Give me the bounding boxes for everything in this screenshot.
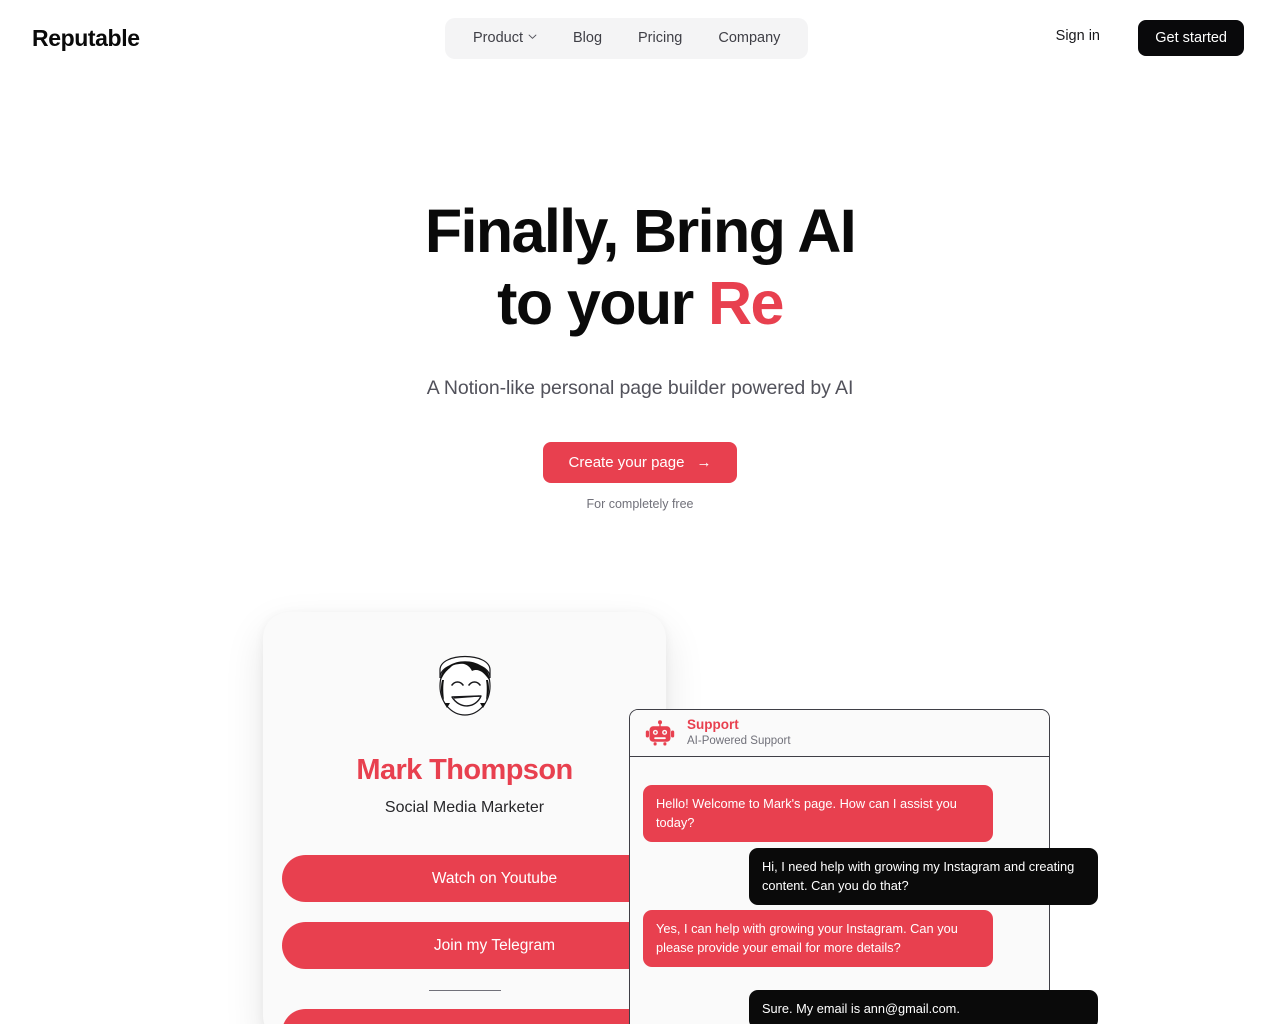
sign-in-link[interactable]: Sign in: [1056, 28, 1100, 44]
profile-name: Mark Thompson: [356, 754, 573, 786]
hero-title-accent: Re: [708, 269, 784, 337]
nav-item-pricing[interactable]: Pricing: [620, 18, 700, 59]
chat-message-bot: Yes, I can help with growing your Instag…: [643, 910, 993, 967]
showcase-preview: Mark Thompson Social Media Marketer Watc…: [0, 0, 1280, 1024]
nav-item-label: Company: [718, 30, 781, 46]
get-started-button[interactable]: Get started: [1138, 20, 1244, 56]
section-divider: [428, 990, 501, 991]
chevron-down-icon: [528, 32, 537, 41]
nav-item-company[interactable]: Company: [700, 18, 798, 59]
link-button-telegram[interactable]: Join my Telegram: [282, 922, 666, 969]
hero-subtitle: A Notion-like personal page builder powe…: [426, 377, 854, 399]
hero-title-line-2: to your Re: [0, 267, 1280, 339]
profile-card: Mark Thompson Social Media Marketer Watc…: [263, 612, 666, 1024]
hero-title: Finally, Bring AI to your Re: [0, 195, 1280, 339]
hero-cta-group: Create your page → For completely free: [0, 442, 1280, 511]
main-nav: Product Blog Pricing Company: [445, 18, 809, 59]
arrow-right-icon: →: [696, 454, 712, 471]
chat-widget-title: Support: [687, 717, 739, 732]
create-your-page-button[interactable]: Create your page →: [542, 442, 738, 483]
chat-message-user: Sure. My email is ann@gmail.com.: [749, 990, 1098, 1024]
landing-page: Reputable Product Blog Pricing Company S…: [0, 0, 1280, 1024]
chat-message-bot: Hello! Welcome to Mark's page. How can I…: [643, 785, 993, 842]
site-header: Reputable Product Blog Pricing Company S…: [0, 0, 1280, 76]
link-button-youtube[interactable]: Watch on Youtube: [282, 855, 666, 902]
robot-icon: [645, 719, 675, 747]
nav-item-label: Product: [473, 30, 523, 46]
cta-note: For completely free: [586, 497, 694, 511]
hero-section: Finally, Bring AI to your Re A Notion-li…: [0, 195, 1280, 511]
brand-logo[interactable]: Reputable: [32, 24, 140, 52]
chat-widget-header: Support AI-Powered Support: [630, 710, 1049, 757]
nav-item-label: Pricing: [638, 30, 683, 46]
hero-title-line-2-static: to your: [497, 269, 709, 337]
chat-message-user: Hi, I need help with growing my Instagra…: [749, 848, 1098, 905]
chat-widget-header-text: Support AI-Powered Support: [687, 717, 791, 749]
nav-item-blog[interactable]: Blog: [555, 18, 620, 59]
nav-item-product[interactable]: Product: [455, 18, 555, 59]
chat-widget-subtitle: AI-Powered Support: [687, 735, 791, 747]
nav-item-label: Blog: [572, 30, 603, 46]
cta-label: Create your page: [568, 454, 685, 471]
smiling-face-avatar-icon: [428, 646, 502, 722]
hero-title-line-1: Finally, Bring AI: [424, 197, 857, 265]
link-button-third[interactable]: [282, 1009, 666, 1024]
profile-role: Social Media Marketer: [384, 799, 545, 816]
